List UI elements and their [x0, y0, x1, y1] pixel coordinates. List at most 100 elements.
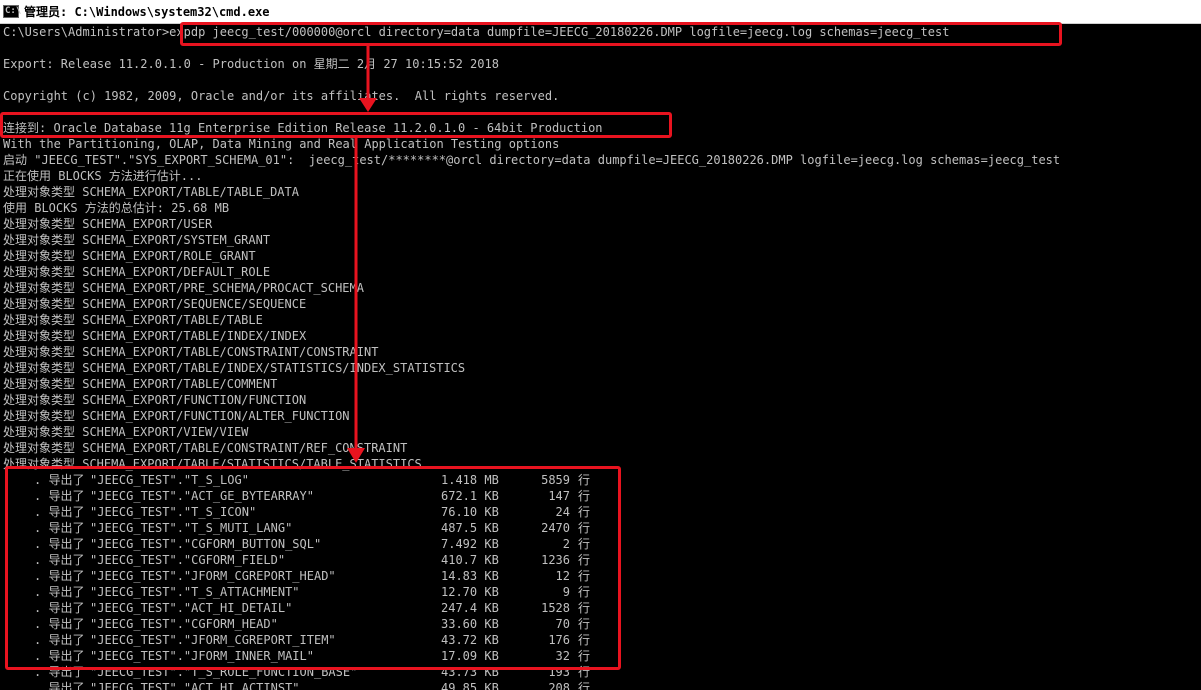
- blocks-total-line: 使用 BLOCKS 方法的总估计: 25.68 MB: [3, 201, 230, 215]
- export-row-unit: 行: [578, 569, 591, 583]
- object-type-line: 处理对象类型 SCHEMA_EXPORT/USER: [3, 217, 213, 231]
- object-type-line: 处理对象类型 SCHEMA_EXPORT/VIEW/VIEW: [3, 425, 249, 439]
- export-row-prefix: . 导出了: [34, 553, 85, 567]
- options-line: With the Partitioning, OLAP, Data Mining…: [3, 137, 560, 151]
- window-title: 管理员: C:\Windows\system32\cmd.exe: [24, 5, 270, 19]
- prompt: C:\Users\Administrator>: [3, 25, 170, 39]
- export-row-count: 9: [562, 585, 570, 599]
- export-row-prefix: . 导出了: [34, 681, 85, 690]
- export-row-unit: 行: [578, 553, 591, 567]
- export-row: . 导出了 "JEECG_TEST"."ACT_HI_DETAIL" 247.4 K…: [0, 600, 640, 616]
- export-row-size: 410.7 KB: [441, 553, 499, 567]
- export-row-table: "JEECG_TEST"."JFORM_INNER_MAIL": [90, 649, 314, 663]
- object-type-line: 处理对象类型 SCHEMA_EXPORT/FUNCTION/ALTER_FUNC…: [3, 409, 350, 423]
- object-type-line: 处理对象类型 SCHEMA_EXPORT/SEQUENCE/SEQUENCE: [3, 297, 307, 311]
- export-row-unit: 行: [578, 521, 591, 535]
- export-row-count: 1236: [541, 553, 570, 567]
- export-row-prefix: . 导出了: [34, 601, 85, 615]
- export-row-count: 2: [562, 537, 570, 551]
- export-row-unit: 行: [578, 633, 591, 647]
- export-row: . 导出了 "JEECG_TEST"."T_S_ICON" 76.10 KB 24 行: [0, 504, 640, 520]
- export-row-prefix: . 导出了: [34, 489, 85, 503]
- export-row-size: 76.10 KB: [441, 505, 499, 519]
- export-row-table: "JEECG_TEST"."T_S_MUTI_LANG": [90, 521, 293, 535]
- export-row: . 导出了 "JEECG_TEST"."CGFORM_HEAD" 33.60 KB 7…: [0, 616, 640, 632]
- job-start-line: 启动 "JEECG_TEST"."SYS_EXPORT_SCHEMA_01": …: [3, 153, 1061, 167]
- export-row-size: 17.09 KB: [441, 649, 499, 663]
- export-row-prefix: . 导出了: [34, 473, 85, 487]
- export-row-count: 147: [548, 489, 570, 503]
- export-row-table: "JEECG_TEST"."T_S_LOG": [90, 473, 249, 487]
- export-row-size: 43.72 KB: [441, 633, 499, 647]
- estimate-line: 正在使用 BLOCKS 方法进行估计...: [3, 169, 203, 183]
- export-row-table: "JEECG_TEST"."T_S_ATTACHMENT": [90, 585, 300, 599]
- export-row-unit: 行: [578, 473, 591, 487]
- export-row-count: 70: [555, 617, 570, 631]
- object-type-line: 处理对象类型 SCHEMA_EXPORT/SYSTEM_GRANT: [3, 233, 271, 247]
- export-row-size: 43.73 KB: [441, 665, 499, 679]
- export-row-count: 5859: [541, 473, 570, 487]
- window-titlebar[interactable]: C:\ 管理员: C:\Windows\system32\cmd.exe: [0, 0, 1201, 24]
- export-row: . 导出了 "JEECG_TEST"."ACT_HI_ACTINST" 49.85 …: [0, 680, 640, 690]
- export-row-table: "JEECG_TEST"."ACT_HI_DETAIL": [90, 601, 293, 615]
- export-row-prefix: . 导出了: [34, 665, 85, 679]
- object-type-line: 处理对象类型 SCHEMA_EXPORT/TABLE/STATISTICS/TA…: [3, 457, 422, 471]
- export-row-unit: 行: [578, 649, 591, 663]
- command-text: expdp jeecg_test/000000@orcl directory=d…: [169, 25, 950, 39]
- command-line: C:\Users\Administrator>expdp jeecg_test/…: [3, 24, 949, 40]
- export-row: . 导出了 "JEECG_TEST"."JFORM_CGREPORT_HEAD" 1…: [0, 568, 640, 584]
- object-type-line: 处理对象类型 SCHEMA_EXPORT/TABLE/TABLE: [3, 313, 263, 327]
- object-type-line: 处理对象类型 SCHEMA_EXPORT/TABLE/COMMENT: [3, 377, 278, 391]
- export-row-table: "JEECG_TEST"."CGFORM_HEAD": [90, 617, 278, 631]
- export-row-table: "JEECG_TEST"."ACT_HI_ACTINST": [90, 681, 300, 690]
- export-row-count: 1528: [541, 601, 570, 615]
- export-row-table: "JEECG_TEST"."ACT_GE_BYTEARRAY": [90, 489, 314, 503]
- export-row-prefix: . 导出了: [34, 633, 85, 647]
- export-row-prefix: . 导出了: [34, 505, 85, 519]
- export-row-unit: 行: [578, 617, 591, 631]
- export-row: . 导出了 "JEECG_TEST"."T_S_ATTACHMENT" 12.70 …: [0, 584, 640, 600]
- export-row: . 导出了 "JEECG_TEST"."CGFORM_BUTTON_SQL" 7.4…: [0, 536, 640, 552]
- export-row: . 导出了 "JEECG_TEST"."T_S_ROLE_FUNCTION_BAS…: [0, 664, 640, 680]
- connected-line: 连接到: Oracle Database 11g Enterprise Edit…: [3, 121, 603, 135]
- object-type-line: 处理对象类型 SCHEMA_EXPORT/TABLE/INDEX/INDEX: [3, 329, 307, 343]
- export-row: . 导出了 "JEECG_TEST"."JFORM_CGREPORT_ITEM" 4…: [0, 632, 640, 648]
- export-row-size: 1.418 MB: [441, 473, 499, 487]
- export-row-count: 208: [548, 681, 570, 690]
- object-type-line: 处理对象类型 SCHEMA_EXPORT/TABLE/TABLE_DATA: [3, 185, 299, 199]
- export-row-table: "JEECG_TEST"."CGFORM_BUTTON_SQL": [90, 537, 322, 551]
- export-row-table: "JEECG_TEST"."CGFORM_FIELD": [90, 553, 286, 567]
- export-row-size: 7.492 KB: [441, 537, 499, 551]
- export-row-table: "JEECG_TEST"."JFORM_CGREPORT_HEAD": [90, 569, 336, 583]
- export-row-size: 672.1 KB: [441, 489, 499, 503]
- export-row-size: 49.85 KB: [441, 681, 499, 690]
- export-row-unit: 行: [578, 665, 591, 679]
- export-row-unit: 行: [578, 505, 591, 519]
- export-row-unit: 行: [578, 537, 591, 551]
- export-row-unit: 行: [578, 681, 591, 690]
- export-row-prefix: . 导出了: [34, 649, 85, 663]
- export-row: . 导出了 "JEECG_TEST"."CGFORM_FIELD" 410.7 KB…: [0, 552, 640, 568]
- export-row-size: 33.60 KB: [441, 617, 499, 631]
- object-type-line: 处理对象类型 SCHEMA_EXPORT/TABLE/CONSTRAINT/RE…: [3, 441, 408, 455]
- export-row-count: 176: [548, 633, 570, 647]
- object-type-line: 处理对象类型 SCHEMA_EXPORT/DEFAULT_ROLE: [3, 265, 271, 279]
- object-type-line: 处理对象类型 SCHEMA_EXPORT/TABLE/INDEX/STATIST…: [3, 361, 466, 375]
- export-row-size: 247.4 KB: [441, 601, 499, 615]
- export-row-prefix: . 导出了: [34, 537, 85, 551]
- export-row-size: 14.83 KB: [441, 569, 499, 583]
- console-output[interactable]: C:\Users\Administrator>expdp jeecg_test/…: [0, 24, 1201, 690]
- export-row-unit: 行: [578, 601, 591, 615]
- export-row-prefix: . 导出了: [34, 569, 85, 583]
- object-type-line: 处理对象类型 SCHEMA_EXPORT/TABLE/CONSTRAINT/CO…: [3, 345, 379, 359]
- export-row-unit: 行: [578, 585, 591, 599]
- export-row: . 导出了 "JEECG_TEST"."T_S_MUTI_LANG" 487.5 K…: [0, 520, 640, 536]
- export-row-count: 193: [548, 665, 570, 679]
- export-row: . 导出了 "JEECG_TEST"."ACT_GE_BYTEARRAY" 672.…: [0, 488, 640, 504]
- export-row-count: 24: [555, 505, 570, 519]
- export-row-table: "JEECG_TEST"."T_S_ROLE_FUNCTION_BASE": [90, 665, 358, 679]
- export-row-count: 2470: [541, 521, 570, 535]
- export-row: . 导出了 "JEECG_TEST"."JFORM_INNER_MAIL" 17.0…: [0, 648, 640, 664]
- export-row-size: 12.70 KB: [441, 585, 499, 599]
- object-type-line: 处理对象类型 SCHEMA_EXPORT/ROLE_GRANT: [3, 249, 256, 263]
